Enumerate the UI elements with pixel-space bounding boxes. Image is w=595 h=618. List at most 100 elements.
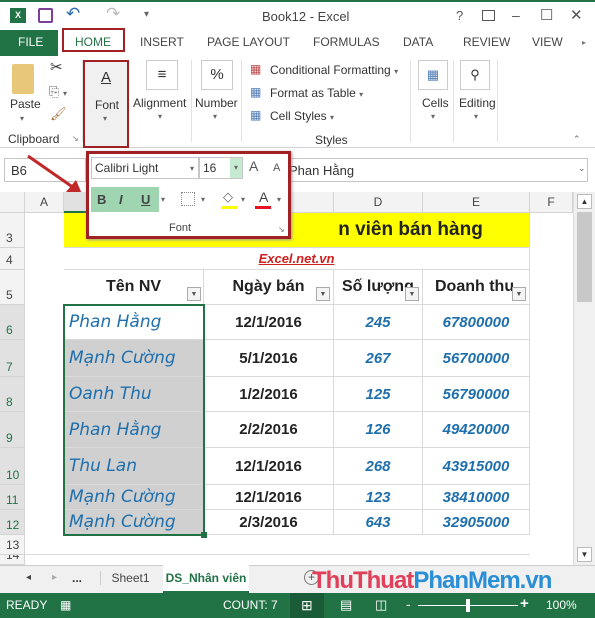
cell-qty[interactable]: 643 [334,510,423,535]
cells-button[interactable]: Cells [422,96,449,110]
next-sheet-icon[interactable]: ▸ [52,572,57,583]
cut-icon[interactable]: ✂ [50,58,63,76]
font-group-button[interactable]: A Font ▾ [83,60,129,148]
close-button[interactable]: ✕ [570,6,583,24]
sheet-tab-sheet1[interactable]: Sheet1 [100,571,160,585]
cell-revenue[interactable]: 67800000 [423,305,530,340]
filter-dropdown-icon[interactable]: ▼ [512,287,526,301]
borders-dropdown-icon[interactable]: ▾ [201,195,205,204]
paste-button[interactable]: Paste [10,97,41,111]
filter-dropdown-icon[interactable]: ▼ [405,287,419,301]
font-size-select[interactable]: 16 ▾ [199,157,243,179]
normal-view-icon[interactable]: ⊞ [301,597,313,614]
page-layout-view-icon[interactable]: ▤ [340,597,352,613]
cell-name[interactable]: Phan Hằng [64,412,204,448]
cell-revenue[interactable]: 38410000 [423,485,530,510]
number-button[interactable]: Number [195,96,238,110]
redo-icon[interactable]: ↷ [106,4,120,24]
cell-name[interactable]: Thu Lan [64,448,204,485]
underline-dropdown-icon[interactable]: ▾ [161,195,165,204]
tab-review[interactable]: REVIEW [463,35,510,49]
cell-date[interactable]: 12/1/2016 [204,448,334,485]
save-icon[interactable] [38,8,53,23]
cell-name[interactable]: Mạnh Cường [64,510,204,535]
tab-home[interactable]: HOME [62,28,125,52]
row-header-8[interactable]: 8 [0,377,25,412]
cell-qty[interactable]: 268 [334,448,423,485]
row-header-13[interactable]: 13 [0,535,25,555]
cell-date[interactable]: 1/2/2016 [204,377,334,412]
format-as-table-button[interactable]: Format as Table ▾ [270,86,363,100]
tab-view[interactable]: VIEW [532,35,563,49]
sheet-tab-ds-nhan-vien[interactable]: DS_Nhân viên [163,565,249,593]
row-header-7[interactable]: 7 [0,340,25,377]
select-all-corner[interactable] [0,192,25,213]
underline-button[interactable]: U [141,192,150,207]
clipboard-launcher-icon[interactable]: ↘ [72,134,79,143]
column-header-d[interactable]: D [334,192,423,213]
header-ten-nv[interactable]: Tên NV [64,270,204,305]
decrease-font-size-button[interactable]: A [273,162,280,174]
column-header-a[interactable]: A [25,192,64,213]
cell-styles-button[interactable]: Cell Styles ▾ [270,109,334,123]
cell-date[interactable]: 5/1/2016 [204,340,334,377]
ribbon-display-icon[interactable] [482,10,495,21]
cell-name[interactable]: Phan Hằng [64,305,204,340]
filter-dropdown-icon[interactable]: ▼ [187,287,201,301]
customize-qat-icon[interactable]: ▾ [144,9,149,20]
font-name-select[interactable]: Calibri Light ▾ [91,157,199,179]
zoom-in-button[interactable]: + [520,595,529,612]
worksheet-grid[interactable]: A B C D E F 3 4 5 6 7 8 9 10 11 12 13 14… [0,192,573,565]
zoom-level[interactable]: 100% [546,598,577,612]
row-header-4[interactable]: 4 [0,248,25,270]
cell-date[interactable]: 12/1/2016 [204,485,334,510]
cell-qty[interactable]: 267 [334,340,423,377]
row-header-12[interactable]: 12 [0,510,25,535]
tab-data[interactable]: DATA [403,35,433,49]
paste-icon[interactable] [12,64,34,94]
more-sheets-button[interactable]: ... [72,571,82,585]
conditional-formatting-button[interactable]: Conditional Formatting ▾ [270,63,398,77]
row-header-9[interactable]: 9 [0,412,25,448]
collapse-ribbon-icon[interactable]: ⌃ [573,134,581,145]
column-header-f[interactable]: F [530,192,573,213]
zoom-slider-thumb[interactable] [466,599,470,612]
cell-qty[interactable]: 125 [334,377,423,412]
tab-insert[interactable]: INSERT [140,35,184,49]
format-painter-icon[interactable]: 🖌 [50,106,67,122]
cell-date[interactable]: 2/3/2016 [204,510,334,535]
scroll-up-icon[interactable]: ▲ [577,194,592,209]
font-color-dropdown-icon[interactable]: ▾ [277,195,281,204]
cell-revenue[interactable]: 43915000 [423,448,530,485]
row-header-5[interactable]: 5 [0,270,25,305]
page-break-view-icon[interactable]: ◫ [375,597,387,613]
row-header-11[interactable]: 11 [0,485,25,510]
cell-revenue[interactable]: 56700000 [423,340,530,377]
cell-name[interactable]: Mạnh Cường [64,340,204,377]
italic-button[interactable]: I [119,192,123,207]
tabs-scroll-right-icon[interactable]: ▸ [582,38,586,47]
macro-record-icon[interactable]: ▦ [60,598,71,612]
font-color-icon[interactable]: A [259,189,268,205]
fill-color-icon[interactable]: ◇ [223,189,233,205]
row-header-6[interactable]: 6 [0,305,25,340]
increase-font-size-button[interactable]: A [249,158,258,174]
copy-icon[interactable]: ⎘ ▾ [49,84,67,100]
tab-formulas[interactable]: FORMULAS [313,35,380,49]
tab-file[interactable]: FILE [18,35,43,49]
help-icon[interactable]: ? [456,8,463,23]
font-dialog-launcher-icon[interactable]: ↘ [278,225,285,234]
column-header-e[interactable]: E [423,192,530,213]
undo-icon[interactable]: ↶ [66,4,80,24]
formula-input[interactable]: Phan Hằng [290,158,588,182]
filter-dropdown-icon[interactable]: ▼ [316,287,330,301]
maximize-button[interactable]: ☐ [540,6,553,24]
borders-icon[interactable] [181,192,195,206]
scroll-down-icon[interactable]: ▼ [577,547,592,562]
paste-dropdown-icon[interactable]: ▾ [20,114,24,123]
cell-qty[interactable]: 126 [334,412,423,448]
row-header-3[interactable]: 3 [0,213,25,248]
empty-row-13[interactable] [25,535,530,555]
prev-sheet-icon[interactable]: ◂ [26,572,31,583]
cell-revenue[interactable]: 32905000 [423,510,530,535]
